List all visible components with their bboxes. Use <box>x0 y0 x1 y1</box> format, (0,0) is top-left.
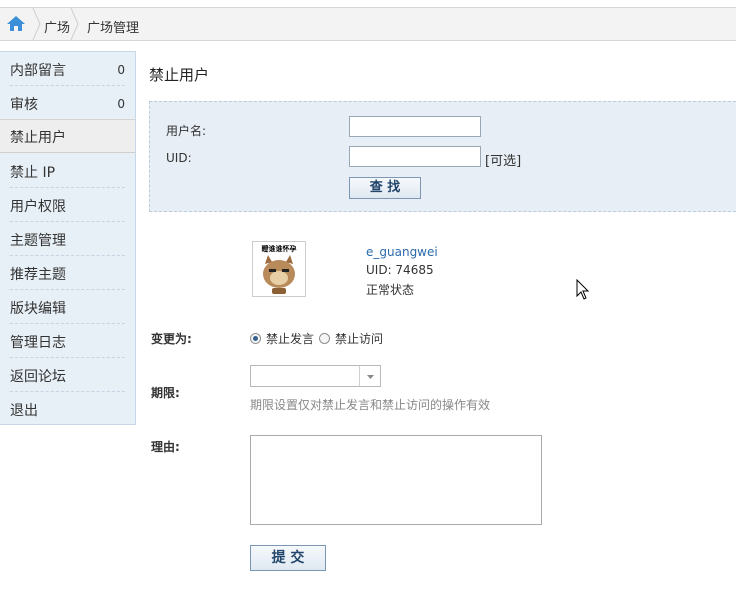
ban-post-option-label[interactable]: 禁止发言 <box>266 330 314 347</box>
sidebar-item-label: 禁止用户 <box>10 130 66 146</box>
sidebar-item-label: 内部留言 <box>10 63 66 79</box>
username-label: 用户名: <box>166 124 207 138</box>
breadcrumb-item-plaza-management[interactable]: 广场管理 <box>87 17 139 36</box>
sidebar-item-count: 0 <box>117 63 125 77</box>
username-input[interactable] <box>349 116 481 137</box>
sidebar-item-label: 返回论坛 <box>10 369 66 385</box>
user-status: 正常状态 <box>366 283 415 297</box>
sidebar-item-label: 主题管理 <box>10 233 66 249</box>
uid-optional-hint: [可选] <box>485 154 522 169</box>
page-title: 禁止用户 <box>149 66 210 84</box>
sidebar-item-label: 禁止 IP <box>10 165 56 181</box>
sidebar-item-internal-messages[interactable]: 内部留言 0 <box>0 52 135 86</box>
search-panel: 用户名: UID: [可选] 查 找 <box>149 101 736 212</box>
sidebar-item-count: 0 <box>117 97 125 111</box>
period-select[interactable] <box>250 365 381 387</box>
sidebar-item-user-permissions[interactable]: 用户权限 <box>0 188 135 222</box>
sidebar-item-topic-management[interactable]: 主题管理 <box>0 222 135 256</box>
sidebar-item-back-to-forum[interactable]: 返回论坛 <box>0 358 135 392</box>
reason-textarea[interactable] <box>250 435 542 525</box>
breadcrumb-separator <box>70 7 80 41</box>
reason-label: 理由: <box>151 440 180 454</box>
search-button[interactable]: 查 找 <box>349 177 421 199</box>
breadcrumb-separator <box>32 7 42 41</box>
sidebar-item-logout[interactable]: 退出 <box>0 392 135 426</box>
avatar: 瞪谁谁怀孕 <box>252 241 306 297</box>
breadcrumb: 广场 广场管理 <box>0 7 736 41</box>
sidebar-item-label: 管理日志 <box>10 335 66 351</box>
home-icon[interactable] <box>0 8 33 40</box>
uid-input[interactable] <box>349 146 481 167</box>
sidebar-item-review[interactable]: 审核 0 <box>0 86 135 120</box>
sidebar-item-label: 审核 <box>10 97 38 113</box>
period-note: 期限设置仅对禁止发言和禁止访问的操作有效 <box>250 398 491 412</box>
chevron-down-icon[interactable] <box>359 366 380 386</box>
sidebar-item-label: 退出 <box>10 403 38 419</box>
sidebar-item-management-log[interactable]: 管理日志 <box>0 324 135 358</box>
ban-visit-option-label[interactable]: 禁止访问 <box>335 330 383 347</box>
sidebar-item-label: 版块编辑 <box>10 301 66 317</box>
sidebar-item-ban-ip[interactable]: 禁止 IP <box>0 154 135 188</box>
change-to-label: 变更为: <box>151 332 192 346</box>
user-uid: UID: 74685 <box>366 263 434 277</box>
uid-label: UID: <box>166 151 192 165</box>
sidebar-item-label: 推荐主题 <box>10 267 66 283</box>
sidebar-item-recommended-topics[interactable]: 推荐主题 <box>0 256 135 290</box>
avatar-caption: 瞪谁谁怀孕 <box>262 244 297 253</box>
username-link[interactable]: e_guangwei <box>366 245 438 259</box>
sidebar-item-ban-user[interactable]: 禁止用户 <box>0 119 135 153</box>
ban-post-radio[interactable] <box>250 333 261 344</box>
sidebar-item-board-edit[interactable]: 版块编辑 <box>0 290 135 324</box>
mouse-cursor-icon <box>576 278 590 305</box>
sidebar-item-label: 用户权限 <box>10 199 66 215</box>
period-label: 期限: <box>151 386 180 400</box>
submit-button[interactable]: 提 交 <box>250 545 326 571</box>
sidebar: 内部留言 0 审核 0 禁止用户 禁止 IP 用户权限 主题管理 推荐主题 版块… <box>0 51 136 425</box>
ban-visit-radio[interactable] <box>319 333 330 344</box>
breadcrumb-item-plaza[interactable]: 广场 <box>44 17 70 36</box>
